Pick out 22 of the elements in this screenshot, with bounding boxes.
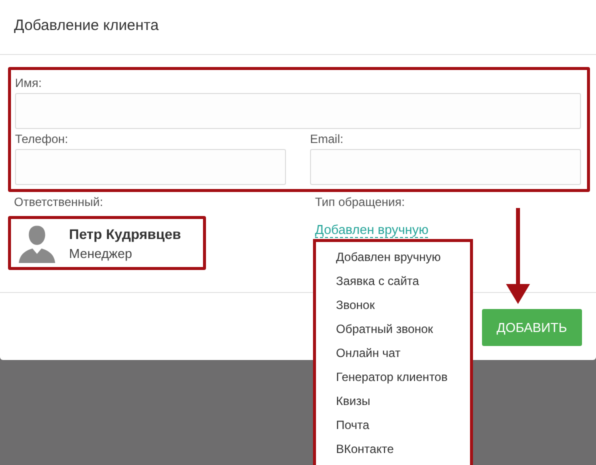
dropdown-item[interactable]: Заявка с сайта bbox=[316, 271, 470, 295]
field-label: Тип обращения: bbox=[315, 195, 406, 209]
manager-name: Петр Кудрявцев bbox=[69, 226, 181, 242]
field-label: Имя: bbox=[15, 76, 43, 90]
manager-role: Менеджер bbox=[69, 246, 134, 260]
dropdown-item[interactable]: Онлайн чат bbox=[316, 343, 470, 367]
dropdown-item[interactable]: Квизы bbox=[316, 391, 470, 415]
dropdown-item[interactable]: Генератор клиентов bbox=[316, 367, 470, 391]
arrow-icon bbox=[506, 208, 530, 304]
dropdown-item[interactable]: Звонок bbox=[316, 295, 470, 319]
field-label: Ответственный: bbox=[14, 195, 104, 209]
dialog-title: Добавление клиента bbox=[14, 17, 159, 34]
input-field[interactable] bbox=[310, 149, 581, 185]
field-label: Телефон: bbox=[15, 132, 70, 146]
dropdown-item[interactable]: Добавлен вручную bbox=[316, 247, 470, 271]
dropdown-item[interactable]: ВКонтакте bbox=[316, 439, 470, 463]
dropdown-item[interactable]: Почта bbox=[316, 415, 470, 439]
person-silhouette-icon bbox=[17, 223, 57, 263]
dropdown-item[interactable]: Обратный звонок bbox=[316, 319, 470, 343]
input-field[interactable] bbox=[15, 93, 581, 129]
input-field[interactable] bbox=[15, 149, 286, 185]
field-label: Email: bbox=[310, 132, 344, 146]
